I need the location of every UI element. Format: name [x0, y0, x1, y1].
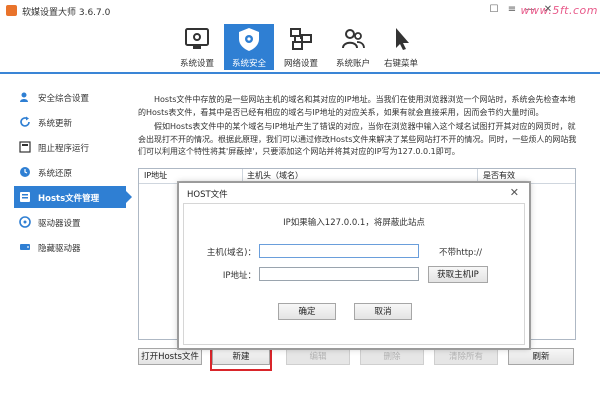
column-header-ip[interactable]: IP地址 — [144, 169, 167, 183]
hosts-icon — [20, 192, 30, 202]
cursor-icon — [396, 28, 409, 50]
app-logo-icon — [6, 5, 17, 16]
open-hosts-file-button[interactable]: 打开Hosts文件 — [138, 348, 202, 365]
ok-button[interactable]: 确定 — [278, 303, 336, 320]
menu-button[interactable]: ≡ — [504, 3, 520, 17]
tab-system-security[interactable]: 系统安全 — [224, 24, 274, 70]
sidebar-item-label: 系统更新 — [38, 119, 73, 129]
ip-address-input[interactable] — [259, 267, 419, 281]
get-host-ip-button[interactable]: 获取主机IP — [428, 266, 488, 283]
clear-all-button[interactable]: 清除所有 — [434, 348, 498, 365]
host-domain-input[interactable] — [259, 244, 419, 258]
sidebar-item-security-overview[interactable]: 安全综合设置 — [14, 86, 126, 108]
sidebar-item-hosts-manager[interactable]: Hosts文件管理 — [14, 186, 132, 208]
person-shield-icon — [20, 92, 28, 102]
delete-button[interactable]: 删除 — [360, 348, 424, 365]
dialog-body: IP如果输入127.0.0.1，将屏蔽此站点 主机(域名)： 不带http://… — [183, 203, 525, 345]
edit-button[interactable]: 编辑 — [286, 348, 350, 365]
refresh-icon — [20, 116, 30, 127]
skin-button[interactable]: ☐ — [486, 3, 502, 17]
close-icon[interactable]: ✕ — [510, 186, 519, 199]
tab-label: 网络设置 — [283, 59, 318, 69]
host-file-dialog: HOST文件 ✕ IP如果输入127.0.0.1，将屏蔽此站点 主机(域名)： … — [178, 182, 530, 349]
block-icon — [19, 141, 31, 153]
sidebar-item-block-programs[interactable]: 阻止程序运行 — [14, 136, 126, 158]
drive-icon — [19, 216, 31, 228]
tab-system-settings[interactable]: 系统设置 — [172, 24, 222, 70]
title-bar: 软媒设置大师 3.6.7.0 ☐ ≡ — www.5ft.com — [0, 0, 600, 22]
users-icon — [342, 29, 365, 49]
sidebar-item-label: 隐藏驱动器 — [38, 244, 81, 254]
dialog-title: HOST文件 — [187, 190, 228, 200]
sidebar-item-label: 安全综合设置 — [38, 94, 90, 104]
sidebar-item-system-restore[interactable]: 系统还原 — [14, 161, 126, 183]
dialog-hint: IP如果输入127.0.0.1，将屏蔽此站点 — [283, 218, 425, 228]
sidebar-item-system-update[interactable]: 系统更新 — [14, 111, 126, 133]
hidden-drive-icon — [20, 244, 30, 250]
tab-system-accounts[interactable]: 系统账户 — [328, 24, 378, 70]
restore-icon — [20, 167, 30, 177]
refresh-button[interactable]: 刷新 — [508, 348, 574, 365]
sidebar-item-hide-drives[interactable]: 隐藏驱动器 — [14, 236, 126, 258]
watermark: www.5ft.com — [520, 4, 598, 17]
tab-network-settings[interactable]: 网络设置 — [276, 24, 326, 70]
sidebar-item-label: 驱动器设置 — [38, 219, 81, 229]
no-http-note: 不带http:// — [439, 248, 483, 258]
sidebar-item-label: 阻止程序运行 — [38, 144, 90, 154]
tab-label: 系统账户 — [335, 59, 370, 69]
close-window-button[interactable]: ✕ — [540, 3, 556, 17]
hosts-description: Hosts文件中存放的是一些网站主机的域名和其对应的IP地址。当我们在使用浏览器… — [138, 94, 578, 161]
network-icon — [290, 28, 312, 50]
tab-label: 右键菜单 — [383, 59, 418, 69]
tab-label: 系统设置 — [179, 59, 214, 69]
description-paragraph: Hosts文件中存放的是一些网站主机的域名和其对应的IP地址。当我们在使用浏览器… — [138, 95, 576, 117]
tab-context-menu[interactable]: 右键菜单 — [376, 24, 426, 70]
shield-gear-icon — [239, 28, 259, 51]
host-field-label: 主机(域名)： — [206, 248, 256, 258]
sidebar-item-drive-settings[interactable]: 驱动器设置 — [14, 211, 126, 233]
main-toolbar: 系统设置 系统安全 网络设置 系统账户 右键菜单 — [0, 22, 600, 74]
ip-field-label: IP地址： — [222, 271, 256, 281]
cancel-button[interactable]: 取消 — [354, 303, 412, 320]
sidebar-item-label: Hosts文件管理 — [38, 194, 100, 204]
description-paragraph: 假如Hosts表文件中的某个域名与IP地址产生了错误的对应，当你在浏览器中输入这… — [138, 122, 577, 156]
tab-label: 系统安全 — [231, 59, 266, 69]
system-settings-icon — [185, 28, 209, 49]
window-title: 软媒设置大师 3.6.7.0 — [22, 8, 111, 18]
sidebar-item-label: 系统还原 — [38, 169, 73, 179]
sidebar: 安全综合设置 系统更新 阻止程序运行 系统还原 Hosts文件管理 驱动器设置 … — [14, 84, 132, 260]
